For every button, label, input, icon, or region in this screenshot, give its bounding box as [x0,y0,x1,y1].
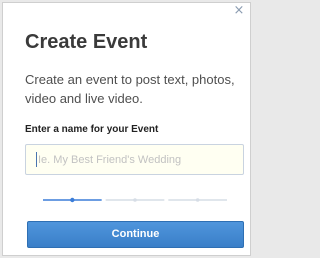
step-dot-3 [195,198,200,202]
step-progress-track [43,197,227,203]
close-icon[interactable]: × [233,4,245,18]
step-progress [41,196,229,204]
step-dot-1 [70,197,75,203]
step-dot-2 [133,198,137,202]
dialog-title: Create Event [25,31,148,53]
continue-button[interactable]: Continue [27,221,244,248]
event-name-label: Enter a name for your Event [25,124,159,135]
text-cursor [36,152,37,167]
create-event-dialog: × Create Event Create an event to post t… [2,2,251,256]
event-name-input[interactable] [25,144,244,175]
dialog-description: Create an event to post text, photos, vi… [25,72,235,106]
